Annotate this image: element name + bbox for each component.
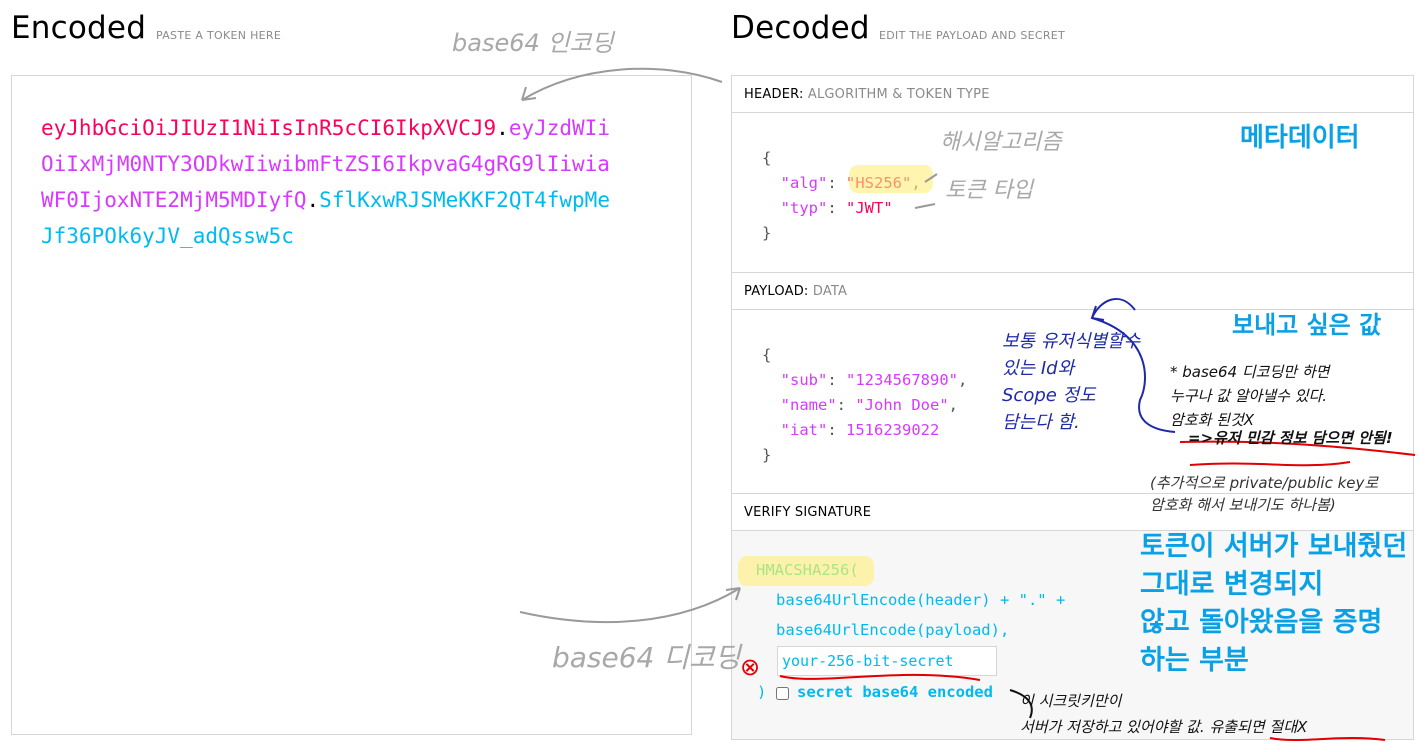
brace: { <box>762 149 772 167</box>
token-dot: . <box>496 116 509 140</box>
header-description: ALGORITHM & TOKEN TYPE <box>807 87 990 102</box>
json-value-iat: 1516239022 <box>846 421 940 439</box>
payload-section-title: PAYLOAD: DATA <box>732 273 1413 310</box>
header-section-title: HEADER: ALGORITHM & TOKEN TYPE <box>732 76 1413 113</box>
token-dot: . <box>306 188 320 212</box>
json-value-typ: "JWT" <box>846 199 893 217</box>
json-key-typ: "typ" <box>780 199 828 217</box>
signature-line-payload: base64UrlEncode(payload), <box>776 621 1010 639</box>
token-header-part: eyJhbGciOiJIUzI1NiIsInR5cCI6IkpXVCJ9 <box>41 116 497 140</box>
hmac-function: HMACSHA256( <box>756 561 859 579</box>
brace: { <box>762 346 772 364</box>
json-key-iat: "iat" <box>780 421 828 439</box>
payload-json-editor[interactable]: { "sub": "1234567890", "name": "John Doe… <box>732 310 1413 494</box>
encoded-token-text[interactable]: eyJhbGciOiJIUzI1NiIsInR5cCI6IkpXVCJ9.eyJ… <box>41 110 621 254</box>
signature-line-header: base64UrlEncode(header) + "." + <box>776 591 1066 609</box>
encoded-token-editor[interactable]: eyJhbGciOiJIUzI1NiIsInR5cCI6IkpXVCJ9.eyJ… <box>11 75 692 735</box>
header-json-editor[interactable]: { "alg": "HS256", "typ": "JWT" } <box>732 113 1413 273</box>
hmac-function-name: HMACSHA256( <box>756 561 859 579</box>
payload-description: DATA <box>812 284 848 299</box>
brace: } <box>762 224 772 242</box>
json-key-sub: "sub" <box>780 371 828 389</box>
json-value-name: "John Doe" <box>855 396 949 414</box>
secret-input[interactable] <box>777 646 997 676</box>
json-key-name: "name" <box>780 396 837 414</box>
signature-section-title: VERIFY SIGNATURE <box>732 494 1413 531</box>
signature-editor: HMACSHA256( base64UrlEncode(header) + ".… <box>732 531 1413 739</box>
json-value-sub: "1234567890" <box>846 371 958 389</box>
decoded-title: Decoded <box>731 10 870 46</box>
json-key-alg: "alg" <box>780 174 828 192</box>
header-json[interactable]: { "alg": "HS256", "typ": "JWT" } <box>762 146 921 246</box>
decoded-subtitle: EDIT THE PAYLOAD AND SECRET <box>879 29 1066 42</box>
secret-base64-label[interactable]: secret base64 encoded <box>797 683 993 701</box>
annotation-base64-encoding: base64 인코딩 <box>452 29 614 57</box>
brace: } <box>762 446 772 464</box>
json-value-alg: "HS256" <box>846 174 912 192</box>
signature-label: VERIFY SIGNATURE <box>744 505 872 520</box>
header-label: HEADER: <box>744 87 804 102</box>
encoded-title: Encoded <box>11 10 147 46</box>
encoded-subtitle: PASTE A TOKEN HERE <box>156 29 282 42</box>
secret-base64-checkbox[interactable] <box>776 687 789 700</box>
close-paren: ) <box>757 683 767 701</box>
payload-json[interactable]: { "sub": "1234567890", "name": "John Doe… <box>762 343 967 468</box>
payload-label: PAYLOAD: <box>744 284 809 299</box>
decoded-panel: HEADER: ALGORITHM & TOKEN TYPE { "alg": … <box>731 75 1414 740</box>
